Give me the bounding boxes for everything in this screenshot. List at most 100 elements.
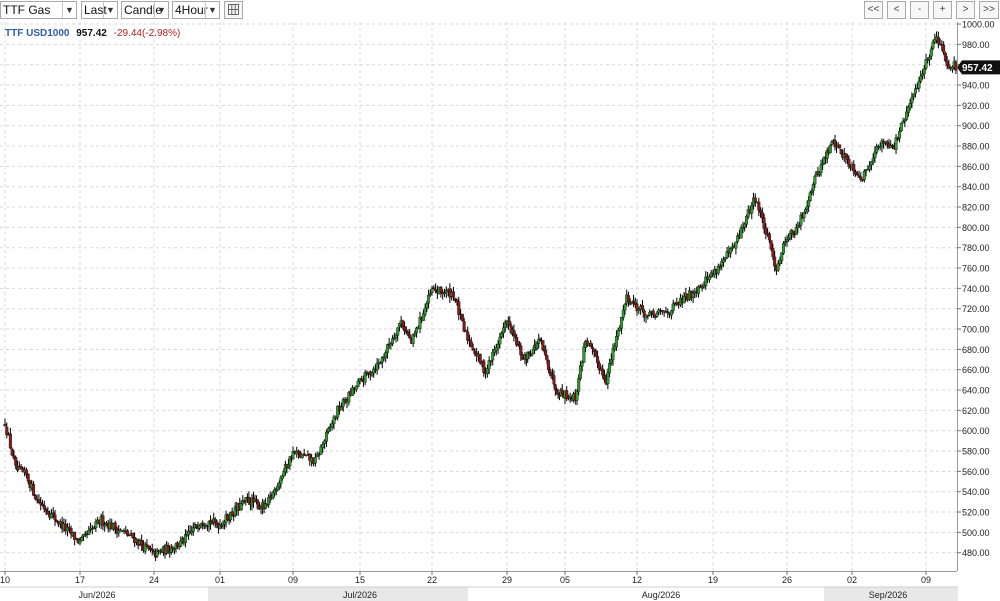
candle-253	[432, 285, 436, 290]
month-label-2: Aug/2026	[642, 590, 681, 600]
candle-body	[781, 243, 785, 254]
candle-257	[439, 286, 443, 298]
candle-414	[700, 283, 704, 292]
candle-337	[565, 386, 569, 402]
candle-462	[785, 235, 789, 247]
price-tick-label-18: 840.00	[962, 182, 990, 192]
candle-body	[750, 205, 754, 214]
candle-body	[427, 294, 431, 304]
candle-body	[575, 391, 579, 401]
candle-body	[247, 497, 251, 504]
candle-body	[457, 301, 461, 315]
month-label-0: Jun/2026	[78, 590, 115, 600]
candle-body	[621, 309, 625, 318]
month-band-1	[208, 587, 468, 601]
price-axis: 480.00 500.00 520.00 540.00 560.00 580.00 600.…	[957, 20, 1000, 571]
time-tick-label-1: 17	[75, 575, 85, 585]
time-tick-label-10: 19	[708, 575, 718, 585]
candle-body	[931, 41, 935, 49]
candle-body	[903, 119, 907, 122]
candle-body	[101, 515, 105, 526]
candle-body	[734, 241, 738, 249]
candle-body	[92, 527, 96, 529]
candle-body	[954, 62, 958, 71]
candle-body	[460, 313, 464, 321]
candle-body	[891, 144, 895, 147]
candle-body	[616, 329, 620, 337]
candlestick-chart[interactable]: 480.00 500.00 520.00 540.00 560.00 580.00 600.…	[0, 0, 1000, 601]
price-tick-label-15: 780.00	[962, 243, 990, 253]
candle-553	[936, 31, 940, 49]
time-tick-label-3: 01	[215, 575, 225, 585]
candle-body	[780, 252, 784, 262]
candle-body	[210, 522, 214, 525]
price-tick-label-16: 800.00	[962, 223, 990, 233]
candle-body	[319, 446, 323, 455]
last-price-tag-label: 957.42	[962, 63, 993, 74]
candle-body	[936, 37, 940, 44]
price-tick-label-7: 620.00	[962, 406, 990, 416]
candle-body	[391, 338, 395, 345]
candle-body	[729, 248, 733, 254]
candle-body	[544, 349, 548, 356]
candle-body	[51, 512, 55, 515]
candle-body	[183, 534, 187, 543]
candle-body	[905, 111, 909, 120]
candle-body	[913, 88, 917, 94]
candle-body	[14, 457, 18, 466]
candle-body	[847, 158, 851, 167]
candle-body	[501, 327, 505, 334]
candle-body	[443, 292, 447, 295]
candle-body	[760, 212, 764, 219]
candle-body	[753, 197, 757, 202]
candle-body	[482, 360, 486, 373]
candle-body	[194, 524, 198, 528]
candle-body	[651, 310, 655, 316]
candle-body	[46, 511, 50, 515]
time-tick-label-4: 09	[288, 575, 298, 585]
candle-body	[466, 331, 470, 341]
time-tick-label-5: 15	[355, 575, 365, 585]
price-tick-label-5: 580.00	[962, 447, 990, 457]
candle-body	[140, 540, 144, 546]
candle-body	[928, 56, 932, 60]
candle-body	[239, 503, 243, 510]
candle-body	[813, 176, 817, 185]
candle-body	[384, 352, 388, 359]
candle-body	[776, 263, 780, 271]
price-tick-label-0: 480.00	[962, 548, 990, 558]
candle-529	[894, 134, 898, 155]
candle-body	[896, 138, 900, 140]
candle-body	[321, 444, 325, 448]
candle-body	[496, 344, 500, 349]
candle-55	[101, 511, 105, 531]
candle-body	[425, 303, 429, 309]
candle-body	[807, 199, 811, 207]
candle-47	[87, 525, 91, 536]
candle-213	[363, 369, 367, 386]
candle-body	[929, 48, 933, 57]
candle-body	[471, 347, 475, 351]
candle-body	[334, 417, 338, 419]
candle-428	[725, 246, 729, 260]
candle-body	[401, 320, 405, 328]
candle-body	[126, 530, 130, 536]
candle-body	[3, 424, 7, 427]
candle-body	[434, 289, 438, 292]
candle-body	[608, 363, 612, 374]
candle-body	[578, 365, 582, 379]
candle-body	[26, 473, 30, 482]
candle-body	[838, 144, 842, 149]
legend-symbol: TTF USD1000	[5, 28, 70, 39]
candle-body	[462, 321, 466, 332]
candle-body	[804, 208, 808, 213]
candle-body	[773, 256, 777, 267]
candle-body	[413, 333, 417, 336]
candle-body	[485, 368, 489, 375]
candle-body	[802, 212, 806, 218]
last-price-tag: 957.42	[957, 60, 1000, 75]
candle-body	[491, 352, 495, 361]
candle-120	[209, 515, 213, 530]
candle-body	[912, 94, 916, 97]
candle-body	[313, 457, 317, 464]
